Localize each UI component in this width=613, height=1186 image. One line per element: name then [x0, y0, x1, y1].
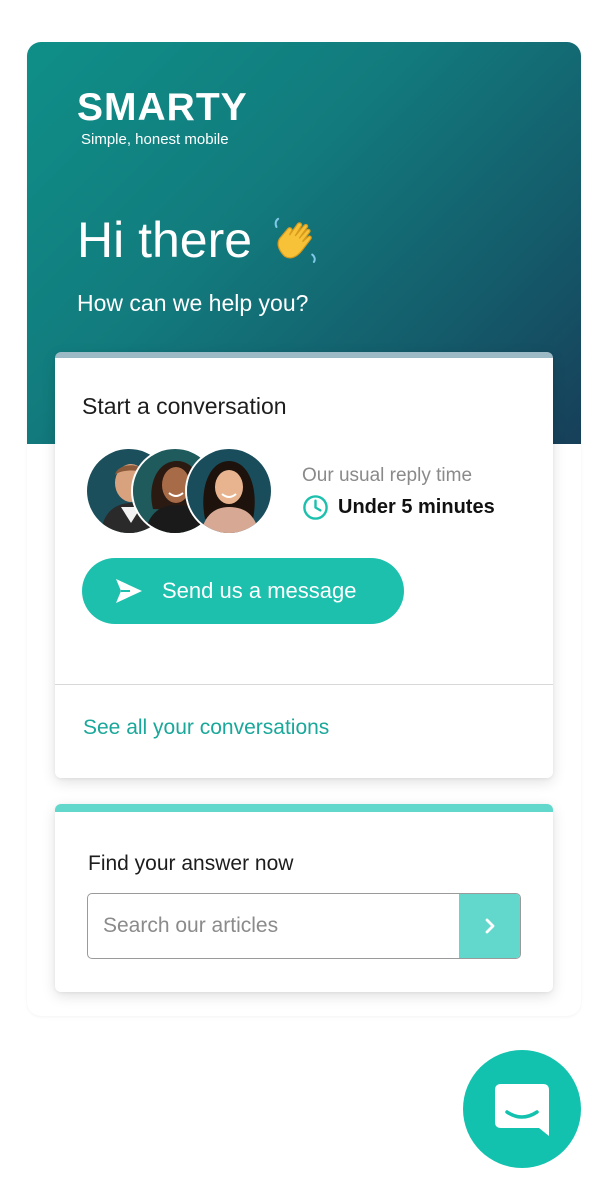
brand-logo: SMARTY Simple, honest mobile [77, 88, 248, 150]
messenger-panel: SMARTY Simple, honest mobile Hi there Ho… [27, 42, 581, 1016]
brand-name: SMARTY [77, 86, 248, 129]
greeting-heading: Hi there [77, 210, 322, 270]
search-submit-button[interactable] [459, 894, 520, 958]
start-conversation-card: Start a conversation Our usual reply tim… [55, 352, 553, 778]
find-answer-card: Find your answer now [55, 804, 553, 992]
clock-icon [303, 494, 328, 520]
send-message-label: Send us a message [162, 578, 357, 603]
search-card-title: Find your answer now [88, 852, 294, 875]
conversation-card-title: Start a conversation [82, 393, 287, 419]
team-avatars [85, 447, 275, 535]
greeting-subtitle: How can we help you? [77, 290, 309, 316]
paper-plane-icon [116, 579, 142, 603]
brand-tagline: Simple, honest mobile [81, 131, 229, 148]
avatar [185, 447, 273, 535]
greeting-text: Hi there [77, 212, 253, 268]
chat-bubble-icon [495, 1084, 549, 1136]
reply-time-label: Our usual reply time [302, 465, 473, 486]
see-all-conversations-link[interactable]: See all your conversations [83, 713, 329, 743]
send-message-button[interactable]: Send us a message [82, 558, 404, 624]
search-articles-input[interactable] [88, 894, 459, 958]
reply-time-text: Under 5 minutes [338, 496, 495, 518]
waving-hand-icon [274, 217, 316, 263]
card-divider [55, 684, 553, 685]
article-search-box [87, 893, 521, 959]
reply-time-value: Under 5 minutes [302, 493, 495, 521]
messenger-launcher-button[interactable] [463, 1050, 581, 1168]
chevron-right-icon [485, 918, 494, 934]
